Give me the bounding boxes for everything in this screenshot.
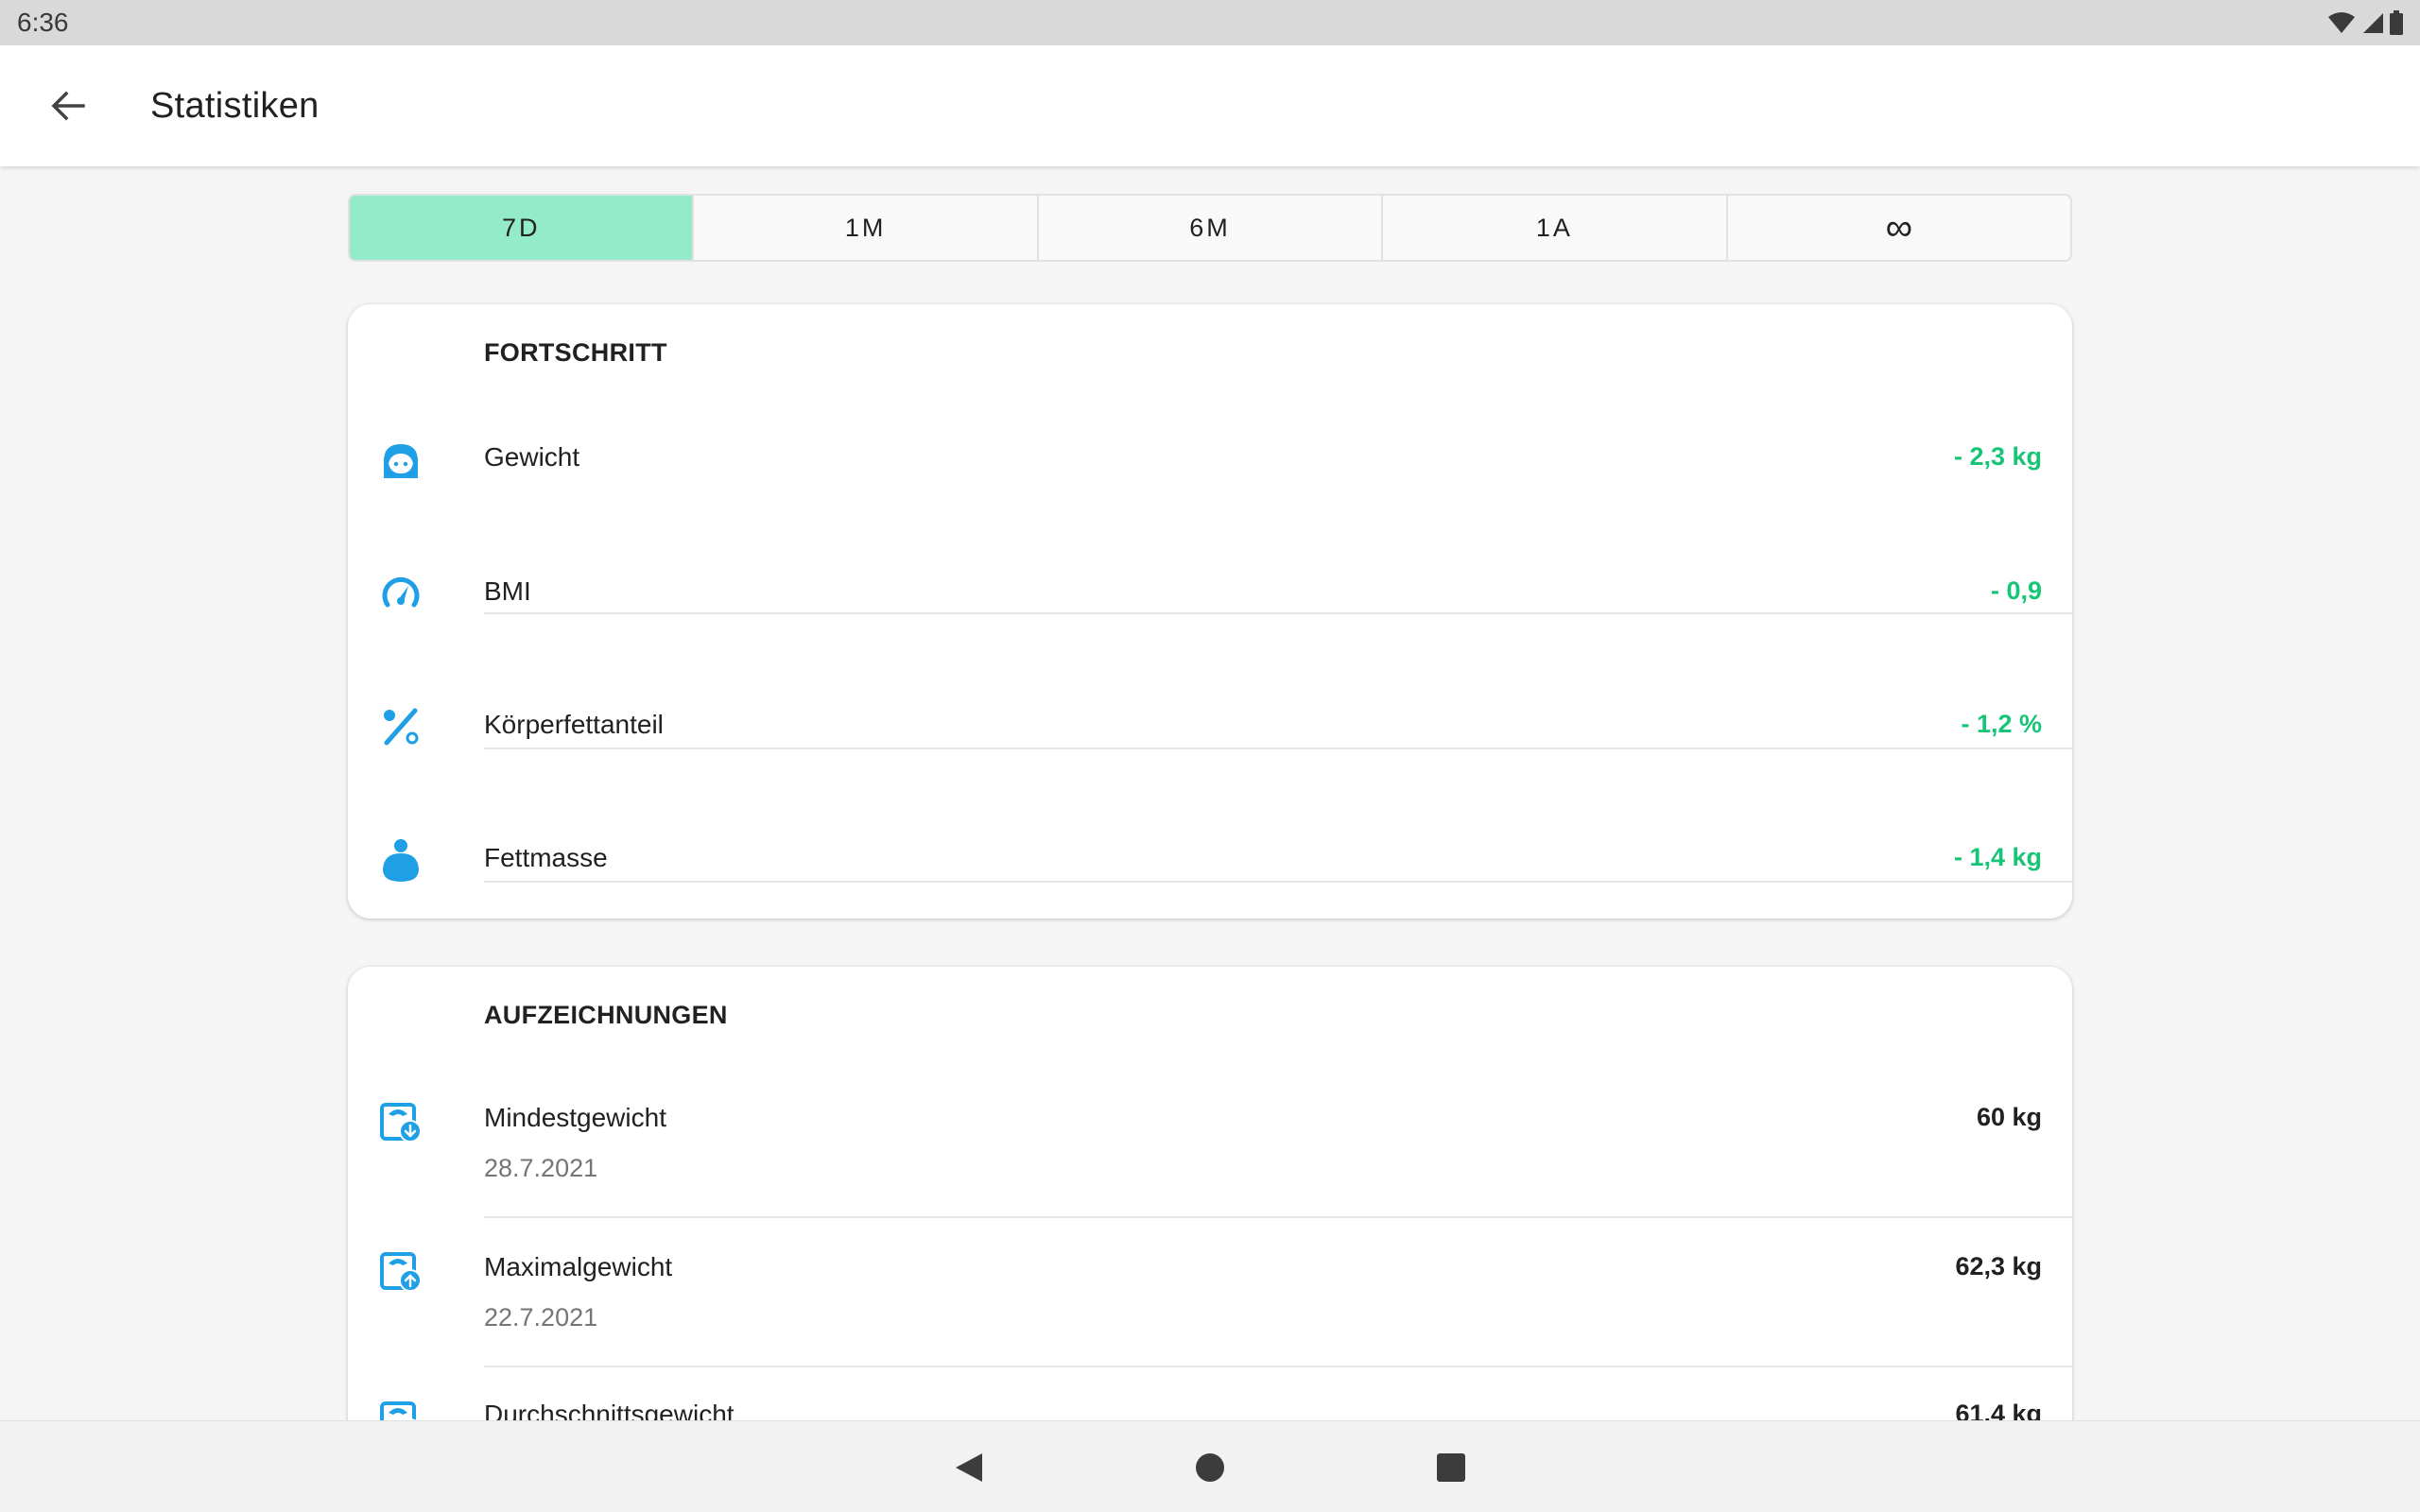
nav-recents-button[interactable] <box>1427 1444 1475 1491</box>
wifi-icon <box>2328 12 2355 33</box>
divider <box>484 1216 2072 1218</box>
status-icons <box>2327 10 2403 35</box>
records-card-title: AUFZEICHNUNGEN <box>484 1001 728 1029</box>
back-button[interactable] <box>21 59 115 153</box>
records-row-min[interactable]: Mindestgewicht 28.7.2021 60 kg <box>348 1071 2072 1220</box>
progress-row-body-fat[interactable]: Körperfettanteil - 1,2 % <box>348 685 2072 883</box>
progress-label: Gewicht <box>484 442 580 472</box>
speedometer-icon <box>378 571 424 616</box>
record-value: 62,3 kg <box>1955 1252 2042 1280</box>
nav-back-button[interactable] <box>945 1444 993 1491</box>
period-tab-1a[interactable]: 1A <box>1383 196 1728 260</box>
progress-label: BMI <box>484 576 531 606</box>
divider <box>484 1366 2072 1367</box>
body-icon <box>378 837 424 883</box>
progress-value: - 2,3 kg <box>1953 442 2042 471</box>
progress-label: Körperfettanteil <box>484 710 664 739</box>
period-tab-1m[interactable]: 1M <box>694 196 1039 260</box>
progress-card-title: FORTSCHRITT <box>484 338 667 367</box>
progress-row-bmi[interactable]: BMI - 0,9 <box>348 552 2072 749</box>
progress-value: - 0,9 <box>1990 576 2042 605</box>
record-date: 22.7.2021 <box>484 1303 598 1332</box>
app-bar: Statistiken <box>0 45 2420 166</box>
scale-up-icon <box>378 1248 424 1294</box>
face-icon <box>378 438 424 484</box>
progress-card: FORTSCHRITT Gewicht - 2,3 kg BMI - 0,9 K… <box>348 304 2072 919</box>
progress-row-weight[interactable]: Gewicht - 2,3 kg <box>348 418 2072 614</box>
percent-icon <box>378 704 424 749</box>
progress-value: - 1,4 kg <box>1953 843 2042 871</box>
period-selector: 7D 1M 6M 1A ∞ <box>348 194 2072 262</box>
nav-home-button[interactable] <box>1186 1444 1234 1491</box>
nav-home-icon <box>1196 1453 1224 1482</box>
period-tab-all[interactable]: ∞ <box>1728 196 2070 260</box>
nav-back-icon <box>956 1453 982 1482</box>
nav-recents-icon <box>1437 1453 1465 1482</box>
period-tab-7d[interactable]: 7D <box>350 196 695 260</box>
battery-icon <box>2390 10 2403 35</box>
record-value: 60 kg <box>1976 1103 2042 1131</box>
record-date: 28.7.2021 <box>484 1154 598 1182</box>
arrow-back-icon <box>51 91 85 121</box>
period-tab-6m[interactable]: 6M <box>1039 196 1384 260</box>
scale-down-icon <box>378 1099 424 1144</box>
page-title: Statistiken <box>150 85 320 126</box>
record-label: Mindestgewicht <box>484 1103 666 1132</box>
records-row-max[interactable]: Maximalgewicht 22.7.2021 62,3 kg <box>348 1220 2072 1369</box>
progress-row-fat-mass[interactable]: Fettmasse - 1,4 kg <box>348 818 2072 913</box>
status-time: 6:36 <box>17 8 69 37</box>
status-bar: 6:36 <box>0 0 2420 45</box>
progress-value: - 1,2 % <box>1961 710 2042 738</box>
navigation-bar <box>0 1420 2420 1512</box>
signal-icon <box>2363 13 2383 33</box>
record-label: Maximalgewicht <box>484 1252 673 1281</box>
progress-label: Fettmasse <box>484 843 608 872</box>
